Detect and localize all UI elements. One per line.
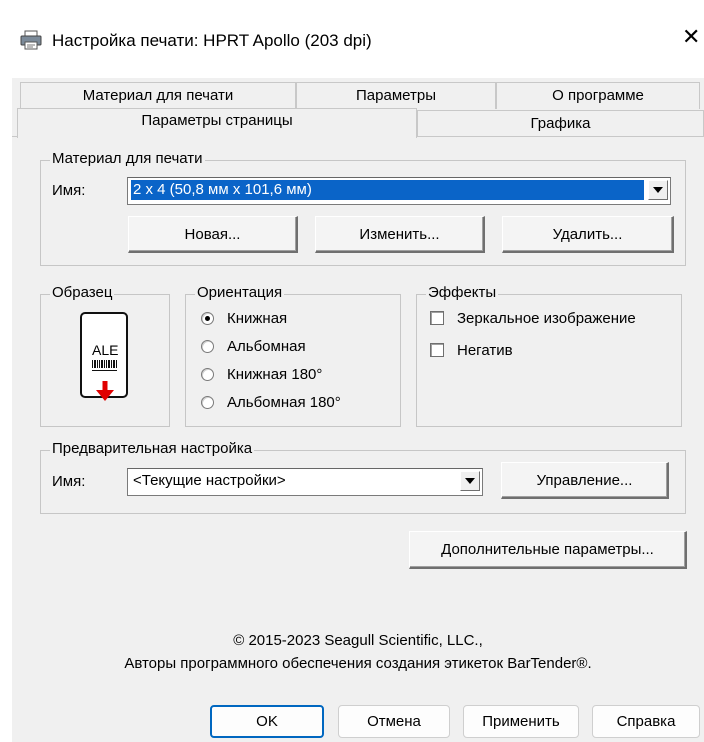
radio-portrait-180[interactable] — [201, 368, 214, 381]
media-select[interactable]: 2 x 4 (50,8 мм x 101,6 мм) — [127, 177, 671, 205]
radio-portrait-180-label: Книжная 180° — [227, 366, 323, 383]
mirror-label: Зеркальное изображение — [457, 310, 636, 327]
chevron-down-icon[interactable] — [648, 180, 668, 200]
radio-landscape-label: Альбомная — [227, 338, 306, 355]
radio-landscape[interactable] — [201, 340, 214, 353]
copyright-line-1: © 2015-2023 Seagull Scientific, LLC., — [233, 632, 483, 649]
cancel-button[interactable]: Отмена — [338, 705, 450, 738]
new-media-button[interactable]: Новая... — [128, 216, 298, 253]
manage-presets-button[interactable]: Управление... — [501, 462, 669, 499]
copyright-line-2: Авторы программного обеспечения создания… — [124, 655, 592, 672]
mirror-checkbox[interactable] — [430, 311, 444, 325]
preset-name-label: Имя: — [52, 473, 86, 490]
tab-about[interactable]: О программе — [496, 82, 700, 109]
advanced-settings-button[interactable]: Дополнительные параметры... — [409, 531, 687, 569]
sample-label-text: ALE — [92, 342, 119, 358]
radio-portrait-label: Книжная — [227, 310, 288, 327]
tab-media[interactable]: Материал для печати — [20, 82, 296, 109]
preset-legend: Предварительная настройка — [50, 440, 255, 457]
apply-button[interactable]: Применить — [463, 705, 579, 738]
radio-landscape-180[interactable] — [201, 396, 214, 409]
delete-media-button[interactable]: Удалить... — [502, 216, 674, 253]
chevron-down-icon[interactable] — [460, 471, 480, 491]
help-button[interactable]: Справка — [592, 705, 700, 738]
radio-landscape-180-label: Альбомная 180° — [227, 394, 341, 411]
printer-icon — [20, 30, 42, 50]
tab-parameters[interactable]: Параметры — [296, 82, 496, 109]
ok-button[interactable]: OK — [210, 705, 324, 738]
arrow-down-icon — [96, 381, 114, 405]
tab-page-setup[interactable]: Параметры страницы — [17, 108, 417, 138]
radio-portrait[interactable] — [201, 312, 214, 325]
preset-select[interactable]: <Текущие настройки> — [127, 468, 483, 496]
effects-legend: Эффекты — [426, 284, 499, 301]
close-icon[interactable]: ✕ — [682, 26, 700, 48]
orientation-legend: Ориентация — [195, 284, 285, 301]
negative-label: Негатив — [457, 342, 513, 359]
edit-media-button[interactable]: Изменить... — [315, 216, 485, 253]
window-title: Настройка печати: HPRT Apollo (203 dpi) — [52, 31, 372, 50]
negative-checkbox[interactable] — [430, 343, 444, 357]
media-legend: Материал для печати — [50, 150, 205, 167]
media-name-label: Имя: — [52, 182, 86, 199]
sample-legend: Образец — [50, 284, 115, 301]
media-select-value: 2 x 4 (50,8 мм x 101,6 мм) — [131, 180, 644, 200]
tab-graphics[interactable]: Графика — [417, 110, 704, 137]
preset-select-value: <Текущие настройки> — [133, 472, 286, 489]
